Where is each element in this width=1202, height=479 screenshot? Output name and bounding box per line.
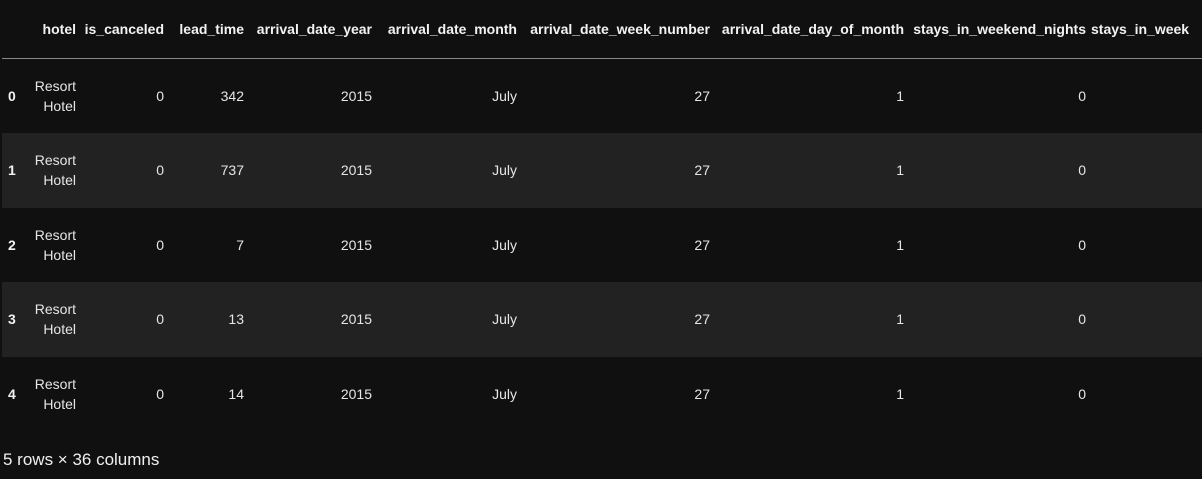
dataframe-shape-footer: 5 rows × 36 columns xyxy=(3,450,160,469)
cell-arrival-date-day-of-month: 1 xyxy=(896,88,904,104)
cell-stays-in-week xyxy=(1091,282,1202,357)
cell-arrival-date-month: July xyxy=(492,385,517,402)
table-row: 2 Resort Hotel 0 7 2015 July 27 1 0 xyxy=(2,207,1202,283)
cell-stays-in-week xyxy=(1091,208,1202,283)
cell-arrival-date-day-of-month: 1 xyxy=(896,311,904,328)
cell-stays-in-weekend-nights: 0 xyxy=(1078,385,1086,402)
cell-arrival-date-week-number: 27 xyxy=(694,311,710,328)
cell-lead-time: 7 xyxy=(236,236,244,253)
cell-lead-time: 737 xyxy=(220,162,244,179)
cell-arrival-date-year: 2015 xyxy=(340,162,372,179)
table-row: 4 Resort Hotel 0 14 2015 July 27 1 0 xyxy=(2,356,1202,432)
dataframe-table: hotel is_canceled lead_time arrival_date… xyxy=(2,0,1202,431)
cell-hotel: Resort Hotel xyxy=(34,78,76,114)
cell-arrival-date-year: 2015 xyxy=(340,88,372,104)
cell-is-canceled: 0 xyxy=(156,88,164,104)
row-index: 3 xyxy=(8,311,16,328)
cell-hotel: Resort Hotel xyxy=(34,152,76,189)
column-header-hotel: hotel xyxy=(28,0,81,59)
cell-arrival-date-week-number: 27 xyxy=(694,162,710,179)
table-row: 3 Resort Hotel 0 13 2015 July 27 1 0 xyxy=(2,282,1202,357)
cell-arrival-date-day-of-month: 1 xyxy=(896,236,904,253)
column-header-stays-in-weekend-nights: stays_in_weekend_nights xyxy=(909,0,1091,59)
cell-lead-time: 342 xyxy=(220,88,244,104)
cell-is-canceled: 0 xyxy=(156,162,164,179)
cell-stays-in-weekend-nights: 0 xyxy=(1078,88,1086,104)
cell-stays-in-weekend-nights: 0 xyxy=(1078,162,1086,179)
row-index: 2 xyxy=(8,236,16,253)
cell-arrival-date-month: July xyxy=(492,88,517,104)
cell-arrival-date-month: July xyxy=(492,311,517,328)
cell-hotel: Resort Hotel xyxy=(34,301,76,338)
cell-stays-in-weekend-nights: 0 xyxy=(1078,236,1086,253)
cell-arrival-date-month: July xyxy=(492,236,517,253)
header-row: hotel is_canceled lead_time arrival_date… xyxy=(2,0,1202,59)
cell-arrival-date-month: July xyxy=(492,162,517,179)
column-header-arrival-date-year: arrival_date_year xyxy=(249,0,377,59)
row-index: 0 xyxy=(8,88,16,104)
row-index: 4 xyxy=(8,385,16,402)
cell-is-canceled: 0 xyxy=(156,311,164,328)
column-header-lead-time: lead_time xyxy=(169,0,249,59)
cell-is-canceled: 0 xyxy=(156,236,164,253)
column-header-arrival-date-day-of-month: arrival_date_day_of_month xyxy=(715,0,909,59)
cell-lead-time: 13 xyxy=(228,311,244,328)
cell-arrival-date-week-number: 27 xyxy=(694,236,710,253)
cell-is-canceled: 0 xyxy=(156,385,164,402)
cell-arrival-date-year: 2015 xyxy=(340,385,372,402)
dataframe-output: hotel is_canceled lead_time arrival_date… xyxy=(2,0,1202,440)
cell-stays-in-week xyxy=(1091,357,1202,432)
cell-arrival-date-year: 2015 xyxy=(340,311,372,328)
column-header-arrival-date-month: arrival_date_month xyxy=(377,0,522,59)
table-row: 1 Resort Hotel 0 737 2015 July 27 1 0 xyxy=(2,133,1202,208)
cell-hotel: Resort Hotel xyxy=(34,375,76,412)
index-header xyxy=(2,0,28,59)
cell-arrival-date-day-of-month: 1 xyxy=(896,162,904,179)
cell-arrival-date-day-of-month: 1 xyxy=(896,385,904,402)
cell-lead-time: 14 xyxy=(228,385,244,402)
row-index: 1 xyxy=(8,162,16,179)
column-header-arrival-date-week-number: arrival_date_week_number xyxy=(522,0,715,59)
cell-arrival-date-year: 2015 xyxy=(340,236,372,253)
cell-stays-in-week xyxy=(1091,133,1202,208)
column-header-is-canceled: is_canceled xyxy=(81,0,169,59)
cell-stays-in-weekend-nights: 0 xyxy=(1078,311,1086,328)
column-header-stays-in-week: stays_in_week xyxy=(1091,0,1202,59)
cell-hotel: Resort Hotel xyxy=(34,226,76,263)
cell-stays-in-week xyxy=(1091,59,1202,134)
cell-arrival-date-week-number: 27 xyxy=(694,385,710,402)
table-row: 0 Resort Hotel 0 342 2015 July 27 1 0 xyxy=(2,58,1202,134)
cell-arrival-date-week-number: 27 xyxy=(694,88,710,104)
